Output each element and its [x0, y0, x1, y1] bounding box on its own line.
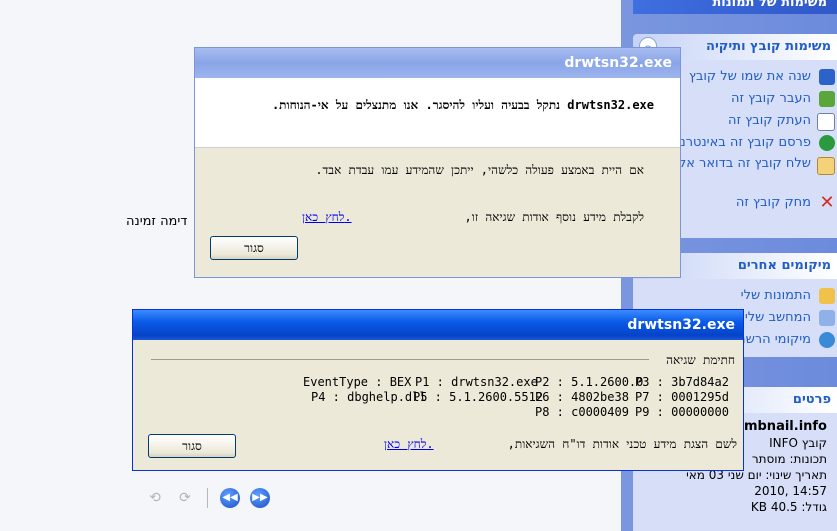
- dialog2-report-line: לשם הצגת מידע טכני אודות דו"ח השגיאות,: [507, 437, 737, 451]
- task-move-label: העבר קובץ זה: [730, 91, 811, 106]
- picture-tasks-header[interactable]: משימות של תמונות: [633, 0, 837, 14]
- nav-divider: [207, 488, 208, 508]
- rename-icon: [819, 69, 835, 85]
- details-size: גודל: 40.5 KB: [750, 500, 827, 514]
- sig-p8: P8 : c0000409: [535, 405, 629, 419]
- rotate-ccw-icon[interactable]: ⟲: [145, 489, 165, 507]
- error-dialog-main: drwtsn32.exe drwtsn32.exe נתקל בבעיה ועל…: [194, 47, 681, 278]
- dialog1-close-button[interactable]: סגור: [210, 236, 298, 260]
- viewer-nav: ⟲ ⟳ ◀◀ ▶▶: [145, 488, 270, 508]
- move-icon: [819, 91, 835, 107]
- my-computer-icon: [819, 310, 835, 326]
- sig-p4: P4 : dbghelp.dll: [311, 390, 427, 404]
- task-publish-label: פרסם קובץ זה באינטרנט: [672, 135, 811, 150]
- network-places-icon: [819, 332, 835, 348]
- sig-eventtype: EventType : BEX: [303, 375, 412, 389]
- place-my-computer-label: המחשב שלי: [744, 310, 811, 325]
- sig-p1: P1 : drwtsn32.exe: [415, 375, 538, 389]
- next-icon[interactable]: ▶▶: [250, 488, 270, 508]
- rotate-cw-icon[interactable]: ⟳: [175, 489, 195, 507]
- error-signature-dialog: drwtsn32.exe חתימת שגיאה EventType : BEX…: [132, 309, 744, 471]
- sig-p6: P6 : 4802be38: [535, 390, 629, 404]
- dialog2-click-here-link[interactable]: לחץ כאן.: [384, 437, 434, 452]
- email-icon: [817, 157, 835, 175]
- place-network-label: מיקומי הרשת: [737, 332, 811, 347]
- place-my-pictures-label: התמונות שלי: [740, 288, 811, 303]
- my-pictures-icon: [819, 288, 835, 304]
- copy-icon: [817, 113, 835, 131]
- prev-icon[interactable]: ◀◀: [220, 488, 240, 508]
- task-delete-label: מחק קובץ זה: [735, 195, 811, 210]
- dialog2-group-label: חתימת שגיאה: [662, 353, 735, 368]
- dialog1-info-line: אם היית באמצע פעולה כלשהי, ייתכן שהמידע …: [315, 163, 644, 177]
- sig-p7: P7 : 0001295d: [635, 390, 729, 404]
- task-copy-label: העתק קובץ זה: [728, 113, 811, 128]
- delete-icon: ✕: [819, 192, 835, 213]
- dialog1-more-info-line: לקבלת מידע נוסף אודות שגיאה זו,: [464, 210, 645, 224]
- dialog1-click-here-link[interactable]: לחץ כאן.: [302, 210, 352, 225]
- dialog2-close-button[interactable]: סגור: [148, 434, 236, 458]
- dialog1-titlebar[interactable]: drwtsn32.exe: [195, 48, 680, 78]
- dialog2-group-divider: [151, 359, 649, 360]
- publish-web-icon: [819, 135, 835, 151]
- sig-p9: P9 : 00000000: [635, 405, 729, 419]
- dialog1-message: drwtsn32.exe נתקל בבעיה ועליו להיסגר. אנ…: [195, 78, 680, 148]
- details-modified-time: 14:57 ,2010: [754, 484, 827, 498]
- sig-p2: P2 : 5.1.2600.0: [535, 375, 644, 389]
- dialog2-titlebar[interactable]: drwtsn32.exe: [133, 310, 743, 340]
- sig-p3: P3 : 3b7d84a2: [635, 375, 729, 389]
- place-my-pictures[interactable]: התמונות שלי: [633, 285, 837, 307]
- background-caption: דימה זמינה: [126, 214, 188, 229]
- sig-p5: P5 : 5.1.2600.5512: [413, 390, 544, 404]
- task-rename-label: שנה את שמו של קובץ: [688, 69, 811, 84]
